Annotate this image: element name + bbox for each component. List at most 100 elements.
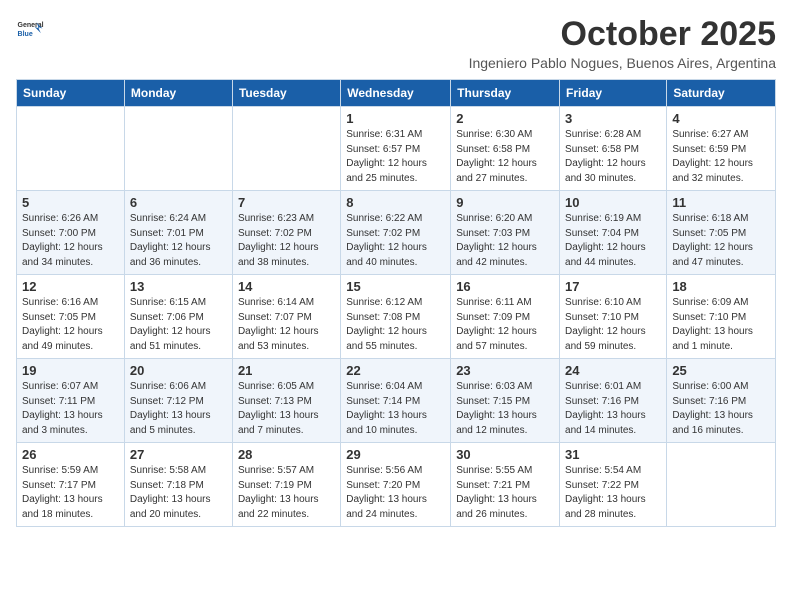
day-number: 29 <box>346 447 445 462</box>
cell-info: Sunset: 7:00 PM <box>22 227 119 242</box>
cell-info: Daylight: 13 hours and 10 minutes. <box>346 409 445 438</box>
col-header-saturday: Saturday <box>667 80 776 107</box>
cell-info: Sunrise: 6:24 AM <box>130 212 227 227</box>
cell-info: Daylight: 12 hours and 38 minutes. <box>238 241 335 270</box>
cell-info: Sunset: 7:06 PM <box>130 311 227 326</box>
cell-info: Sunset: 7:02 PM <box>238 227 335 242</box>
day-number: 25 <box>672 363 770 378</box>
calendar-cell: 25Sunrise: 6:00 AMSunset: 7:16 PMDayligh… <box>667 359 776 443</box>
cell-info: Daylight: 12 hours and 53 minutes. <box>238 325 335 354</box>
calendar-cell: 29Sunrise: 5:56 AMSunset: 7:20 PMDayligh… <box>341 443 451 527</box>
calendar-cell: 11Sunrise: 6:18 AMSunset: 7:05 PMDayligh… <box>667 191 776 275</box>
week-row-2: 5Sunrise: 6:26 AMSunset: 7:00 PMDaylight… <box>17 191 776 275</box>
cell-info: Sunset: 6:59 PM <box>672 143 770 158</box>
cell-info: Sunset: 6:57 PM <box>346 143 445 158</box>
cell-info: Sunset: 7:19 PM <box>238 479 335 494</box>
cell-info: Sunrise: 6:30 AM <box>456 128 554 143</box>
cell-info: Daylight: 12 hours and 57 minutes. <box>456 325 554 354</box>
cell-info: Sunset: 6:58 PM <box>565 143 661 158</box>
cell-info: Sunset: 7:12 PM <box>130 395 227 410</box>
cell-info: Daylight: 12 hours and 30 minutes. <box>565 157 661 186</box>
cell-info: Sunrise: 6:28 AM <box>565 128 661 143</box>
calendar-cell: 21Sunrise: 6:05 AMSunset: 7:13 PMDayligh… <box>232 359 340 443</box>
day-number: 30 <box>456 447 554 462</box>
cell-info: Sunrise: 6:27 AM <box>672 128 770 143</box>
calendar-cell: 30Sunrise: 5:55 AMSunset: 7:21 PMDayligh… <box>451 443 560 527</box>
day-number: 14 <box>238 279 335 294</box>
calendar-cell: 27Sunrise: 5:58 AMSunset: 7:18 PMDayligh… <box>124 443 232 527</box>
cell-info: Sunrise: 6:19 AM <box>565 212 661 227</box>
calendar-cell: 20Sunrise: 6:06 AMSunset: 7:12 PMDayligh… <box>124 359 232 443</box>
cell-info: Sunset: 7:14 PM <box>346 395 445 410</box>
cell-info: Sunrise: 6:03 AM <box>456 380 554 395</box>
cell-info: Sunset: 7:18 PM <box>130 479 227 494</box>
cell-info: Sunrise: 5:55 AM <box>456 464 554 479</box>
cell-info: Daylight: 12 hours and 49 minutes. <box>22 325 119 354</box>
calendar-cell: 3 Sunrise: 6:28 AMSunset: 6:58 PMDaylight… <box>560 107 667 191</box>
day-number: 26 <box>22 447 119 462</box>
calendar-cell: 17Sunrise: 6:10 AMSunset: 7:10 PMDayligh… <box>560 275 667 359</box>
svg-text:Blue: Blue <box>18 31 33 38</box>
calendar-cell: 9Sunrise: 6:20 AMSunset: 7:03 PMDaylight… <box>451 191 560 275</box>
day-number: 13 <box>130 279 227 294</box>
cell-info: Daylight: 12 hours and 27 minutes. <box>456 157 554 186</box>
calendar-cell: 4Sunrise: 6:27 AMSunset: 6:59 PMDaylight… <box>667 107 776 191</box>
cell-info: Daylight: 12 hours and 59 minutes. <box>565 325 661 354</box>
calendar-cell: 16Sunrise: 6:11 AMSunset: 7:09 PMDayligh… <box>451 275 560 359</box>
calendar-cell <box>124 107 232 191</box>
cell-info: Daylight: 13 hours and 18 minutes. <box>22 493 119 522</box>
calendar-cell <box>17 107 125 191</box>
cell-info: Daylight: 13 hours and 7 minutes. <box>238 409 335 438</box>
day-number: 8 <box>346 195 445 210</box>
week-row-5: 26Sunrise: 5:59 AMSunset: 7:17 PMDayligh… <box>17 443 776 527</box>
cell-info: Sunset: 7:16 PM <box>565 395 661 410</box>
cell-info: Sunrise: 6:14 AM <box>238 296 335 311</box>
logo: General Blue <box>16 16 44 44</box>
calendar-cell: 14Sunrise: 6:14 AMSunset: 7:07 PMDayligh… <box>232 275 340 359</box>
cell-info: Sunset: 7:21 PM <box>456 479 554 494</box>
cell-info: Sunrise: 5:57 AM <box>238 464 335 479</box>
cell-info: Sunrise: 6:09 AM <box>672 296 770 311</box>
calendar-cell: 15Sunrise: 6:12 AMSunset: 7:08 PMDayligh… <box>341 275 451 359</box>
cell-info: Daylight: 13 hours and 24 minutes. <box>346 493 445 522</box>
day-number: 19 <box>22 363 119 378</box>
day-number: 15 <box>346 279 445 294</box>
day-number: 6 <box>130 195 227 210</box>
cell-info: Sunset: 7:01 PM <box>130 227 227 242</box>
calendar-cell: 13Sunrise: 6:15 AMSunset: 7:06 PMDayligh… <box>124 275 232 359</box>
cell-info: Sunset: 7:02 PM <box>346 227 445 242</box>
cell-info: Sunrise: 6:11 AM <box>456 296 554 311</box>
col-header-sunday: Sunday <box>17 80 125 107</box>
day-number: 17 <box>565 279 661 294</box>
calendar-cell: 10Sunrise: 6:19 AMSunset: 7:04 PMDayligh… <box>560 191 667 275</box>
svg-text:General: General <box>18 22 44 29</box>
cell-info: Sunrise: 5:56 AM <box>346 464 445 479</box>
cell-info: Daylight: 13 hours and 1 minute. <box>672 325 770 354</box>
cell-info: Sunrise: 6:01 AM <box>565 380 661 395</box>
cell-info: Daylight: 13 hours and 22 minutes. <box>238 493 335 522</box>
cell-info: Daylight: 13 hours and 12 minutes. <box>456 409 554 438</box>
cell-info: Sunset: 7:11 PM <box>22 395 119 410</box>
col-header-friday: Friday <box>560 80 667 107</box>
cell-info: Sunrise: 6:06 AM <box>130 380 227 395</box>
cell-info: Sunrise: 5:58 AM <box>130 464 227 479</box>
logo-icon: General Blue <box>16 16 44 44</box>
cell-info: Sunrise: 6:31 AM <box>346 128 445 143</box>
cell-info: Sunrise: 5:54 AM <box>565 464 661 479</box>
day-number: 27 <box>130 447 227 462</box>
cell-info: Daylight: 12 hours and 42 minutes. <box>456 241 554 270</box>
day-number: 3 <box>565 111 661 126</box>
cell-info: Daylight: 13 hours and 3 minutes. <box>22 409 119 438</box>
cell-info: Daylight: 13 hours and 28 minutes. <box>565 493 661 522</box>
calendar-cell: 28Sunrise: 5:57 AMSunset: 7:19 PMDayligh… <box>232 443 340 527</box>
cell-info: Daylight: 13 hours and 16 minutes. <box>672 409 770 438</box>
cell-info: Daylight: 12 hours and 40 minutes. <box>346 241 445 270</box>
calendar-cell: 1Sunrise: 6:31 AMSunset: 6:57 PMDaylight… <box>341 107 451 191</box>
location-subtitle: Ingeniero Pablo Nogues, Buenos Aires, Ar… <box>469 55 776 71</box>
cell-info: Sunrise: 6:22 AM <box>346 212 445 227</box>
calendar-table: SundayMondayTuesdayWednesdayThursdayFrid… <box>16 79 776 527</box>
calendar-cell: 5Sunrise: 6:26 AMSunset: 7:00 PMDaylight… <box>17 191 125 275</box>
calendar-cell: 26Sunrise: 5:59 AMSunset: 7:17 PMDayligh… <box>17 443 125 527</box>
calendar-cell: 6Sunrise: 6:24 AMSunset: 7:01 PMDaylight… <box>124 191 232 275</box>
week-row-3: 12Sunrise: 6:16 AMSunset: 7:05 PMDayligh… <box>17 275 776 359</box>
